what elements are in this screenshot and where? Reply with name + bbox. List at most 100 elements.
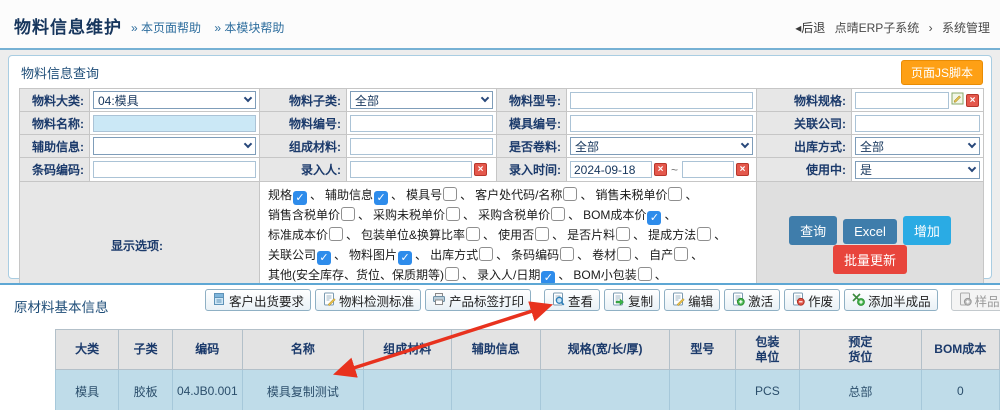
display-option: 自产、 <box>649 248 706 262</box>
toolbar-button-编辑[interactable]: 编辑 <box>664 289 720 311</box>
checkbox-unchecked-icon[interactable] <box>617 247 631 261</box>
checkbox-checked-icon[interactable]: ✓ <box>398 251 412 265</box>
display-option-label: 其他(安全库存、货位、保质期等) <box>268 268 444 282</box>
checkbox-unchecked-icon[interactable] <box>668 187 682 201</box>
outbound-mode-label: 出库方式: <box>757 135 852 158</box>
material-subcategory-select[interactable]: 全部 <box>350 91 493 109</box>
action-button-增加[interactable]: 增加 <box>903 216 951 245</box>
table-row[interactable]: 模具胶板04.JB0.001模具复制测试PCS总部0 <box>56 370 1000 410</box>
is-roll-select[interactable]: 全部 <box>570 137 753 155</box>
checkbox-unchecked-icon[interactable] <box>443 187 457 201</box>
page-help-link[interactable]: » 本页面帮助 <box>131 21 201 35</box>
toolbar-button-作废[interactable]: 作废 <box>784 289 840 311</box>
page-header: 物料信息维护 » 本页面帮助 » 本模块帮助 ◂后退 点晴ERP子系统 › 系统… <box>0 0 1000 50</box>
column-header-BOM成本: BOM成本 <box>921 330 999 370</box>
checkbox-unchecked-icon[interactable] <box>674 247 688 261</box>
display-option-separator: 、 <box>634 248 646 262</box>
display-option: 其他(安全库存、货位、保质期等)、 <box>268 268 477 282</box>
toolbar-button-label: 复制 <box>628 291 653 310</box>
related-company-input[interactable] <box>855 115 980 132</box>
component-material-input[interactable] <box>350 138 493 155</box>
help-links: » 本页面帮助 » 本模块帮助 <box>131 19 294 36</box>
page-title: 物料信息维护 <box>14 13 122 38</box>
table-cell: PCS <box>735 370 800 410</box>
material-code-input[interactable] <box>350 115 493 132</box>
module-help-link[interactable]: » 本模块帮助 <box>214 21 284 35</box>
mold-code-input[interactable] <box>570 115 753 132</box>
toolbar-button-查看[interactable]: 查看 <box>544 289 600 311</box>
material-spec-input[interactable] <box>855 92 949 109</box>
display-option-separator: 、 <box>346 228 358 242</box>
in-use-select[interactable]: 是 <box>855 161 980 179</box>
edit-spec-icon[interactable] <box>951 92 964 108</box>
checkbox-unchecked-icon[interactable] <box>341 207 355 221</box>
checkbox-unchecked-icon[interactable] <box>445 267 459 281</box>
material-category-select[interactable]: 04:模具 <box>93 91 256 109</box>
outbound-mode-select[interactable]: 全部 <box>855 137 980 155</box>
checkbox-checked-icon[interactable]: ✓ <box>293 191 307 205</box>
display-option: 销售未税单价、 <box>595 188 700 202</box>
material-query-panel: 物料信息查询 页面JS脚本 物料大类: 04:模具 物料子类: 全部 物料型号:… <box>8 55 992 279</box>
action-button-批量更新[interactable]: 批量更新 <box>833 245 907 274</box>
barcode-input[interactable] <box>93 161 256 178</box>
material-name-input[interactable] <box>93 115 256 132</box>
breadcrumb-separator: › <box>929 21 933 35</box>
breadcrumb-system[interactable]: 点晴ERP子系统 <box>835 21 920 35</box>
column-header-规格(宽/长/厚): 规格(宽/长/厚) <box>540 330 669 370</box>
checkbox-unchecked-icon[interactable] <box>551 207 565 221</box>
toolbar-button-激活[interactable]: 激活 <box>724 289 780 311</box>
void-icon <box>791 292 805 309</box>
checkbox-checked-icon[interactable]: ✓ <box>317 251 331 265</box>
page-js-script-button[interactable]: 页面JS脚本 <box>901 60 983 85</box>
toolbar-button-客户出货要求[interactable]: 客户出货要求 <box>205 289 311 311</box>
display-option: 条码编码、 <box>511 248 592 262</box>
chevron-down-icon <box>481 94 489 102</box>
display-option-label: 物料图片 <box>349 248 397 262</box>
entry-person-input[interactable] <box>350 161 472 178</box>
table-cell <box>540 370 669 410</box>
back-link[interactable]: ◂后退 <box>795 21 825 35</box>
checkbox-unchecked-icon[interactable] <box>638 267 652 281</box>
display-option-label: 录入人/日期 <box>477 268 540 282</box>
query-form: 物料大类: 04:模具 物料子类: 全部 物料型号: 物料规格: × 物料名称:… <box>19 88 984 309</box>
checkbox-unchecked-icon[interactable] <box>560 247 574 261</box>
checkbox-checked-icon[interactable]: ✓ <box>374 191 388 205</box>
clear-entry-time-from-icon[interactable]: × <box>654 163 667 176</box>
action-button-查询[interactable]: 查询 <box>789 216 837 245</box>
breadcrumb-module[interactable]: 系统管理 <box>942 21 990 35</box>
clear-entry-person-icon[interactable]: × <box>474 163 487 176</box>
clear-spec-icon[interactable]: × <box>966 94 979 107</box>
aux-info-select[interactable] <box>93 137 256 155</box>
checkbox-unchecked-icon[interactable] <box>479 247 493 261</box>
toolbar-button-label: 产品标签打印 <box>449 291 524 310</box>
toolbar-button-复制[interactable]: 复制 <box>604 289 660 311</box>
chevron-down-icon <box>968 163 976 171</box>
display-option: 模具号、 <box>406 188 475 202</box>
checkbox-unchecked-icon[interactable] <box>466 227 480 241</box>
excel-button[interactable]: Excel <box>843 219 897 244</box>
toolbar-button-物料检测标准[interactable]: 物料检测标准 <box>315 289 421 311</box>
display-option: 关联公司✓、 <box>268 248 349 262</box>
toolbar-button-添加半成品[interactable]: 添加半成品 <box>844 289 938 311</box>
checkbox-unchecked-icon[interactable] <box>535 227 549 241</box>
checkbox-unchecked-icon[interactable] <box>616 227 630 241</box>
checkbox-unchecked-icon[interactable] <box>563 187 577 201</box>
display-option: BOM小包装、 <box>573 268 669 282</box>
display-option-label: 客户处代码/名称 <box>475 188 562 202</box>
display-option-separator: 、 <box>558 268 570 282</box>
checkbox-unchecked-icon[interactable] <box>446 207 460 221</box>
checkbox-unchecked-icon[interactable] <box>697 227 711 241</box>
display-option-separator: 、 <box>358 208 370 222</box>
toolbar-button-产品标签打印[interactable]: 产品标签打印 <box>425 289 531 311</box>
date-range-tilde: ~ <box>671 163 678 177</box>
checkbox-unchecked-icon[interactable] <box>329 227 343 241</box>
display-option: 包装单位&换算比率、 <box>361 228 498 242</box>
display-option-separator: 、 <box>655 268 667 282</box>
checkbox-checked-icon[interactable]: ✓ <box>647 211 661 225</box>
entry-time-from-input[interactable] <box>570 161 652 178</box>
entry-time-to-input[interactable] <box>682 161 734 178</box>
clear-entry-time-to-icon[interactable]: × <box>736 163 749 176</box>
table-cell: 总部 <box>800 370 921 410</box>
material-model-input[interactable] <box>570 92 753 109</box>
table-cell: 0 <box>921 370 999 410</box>
